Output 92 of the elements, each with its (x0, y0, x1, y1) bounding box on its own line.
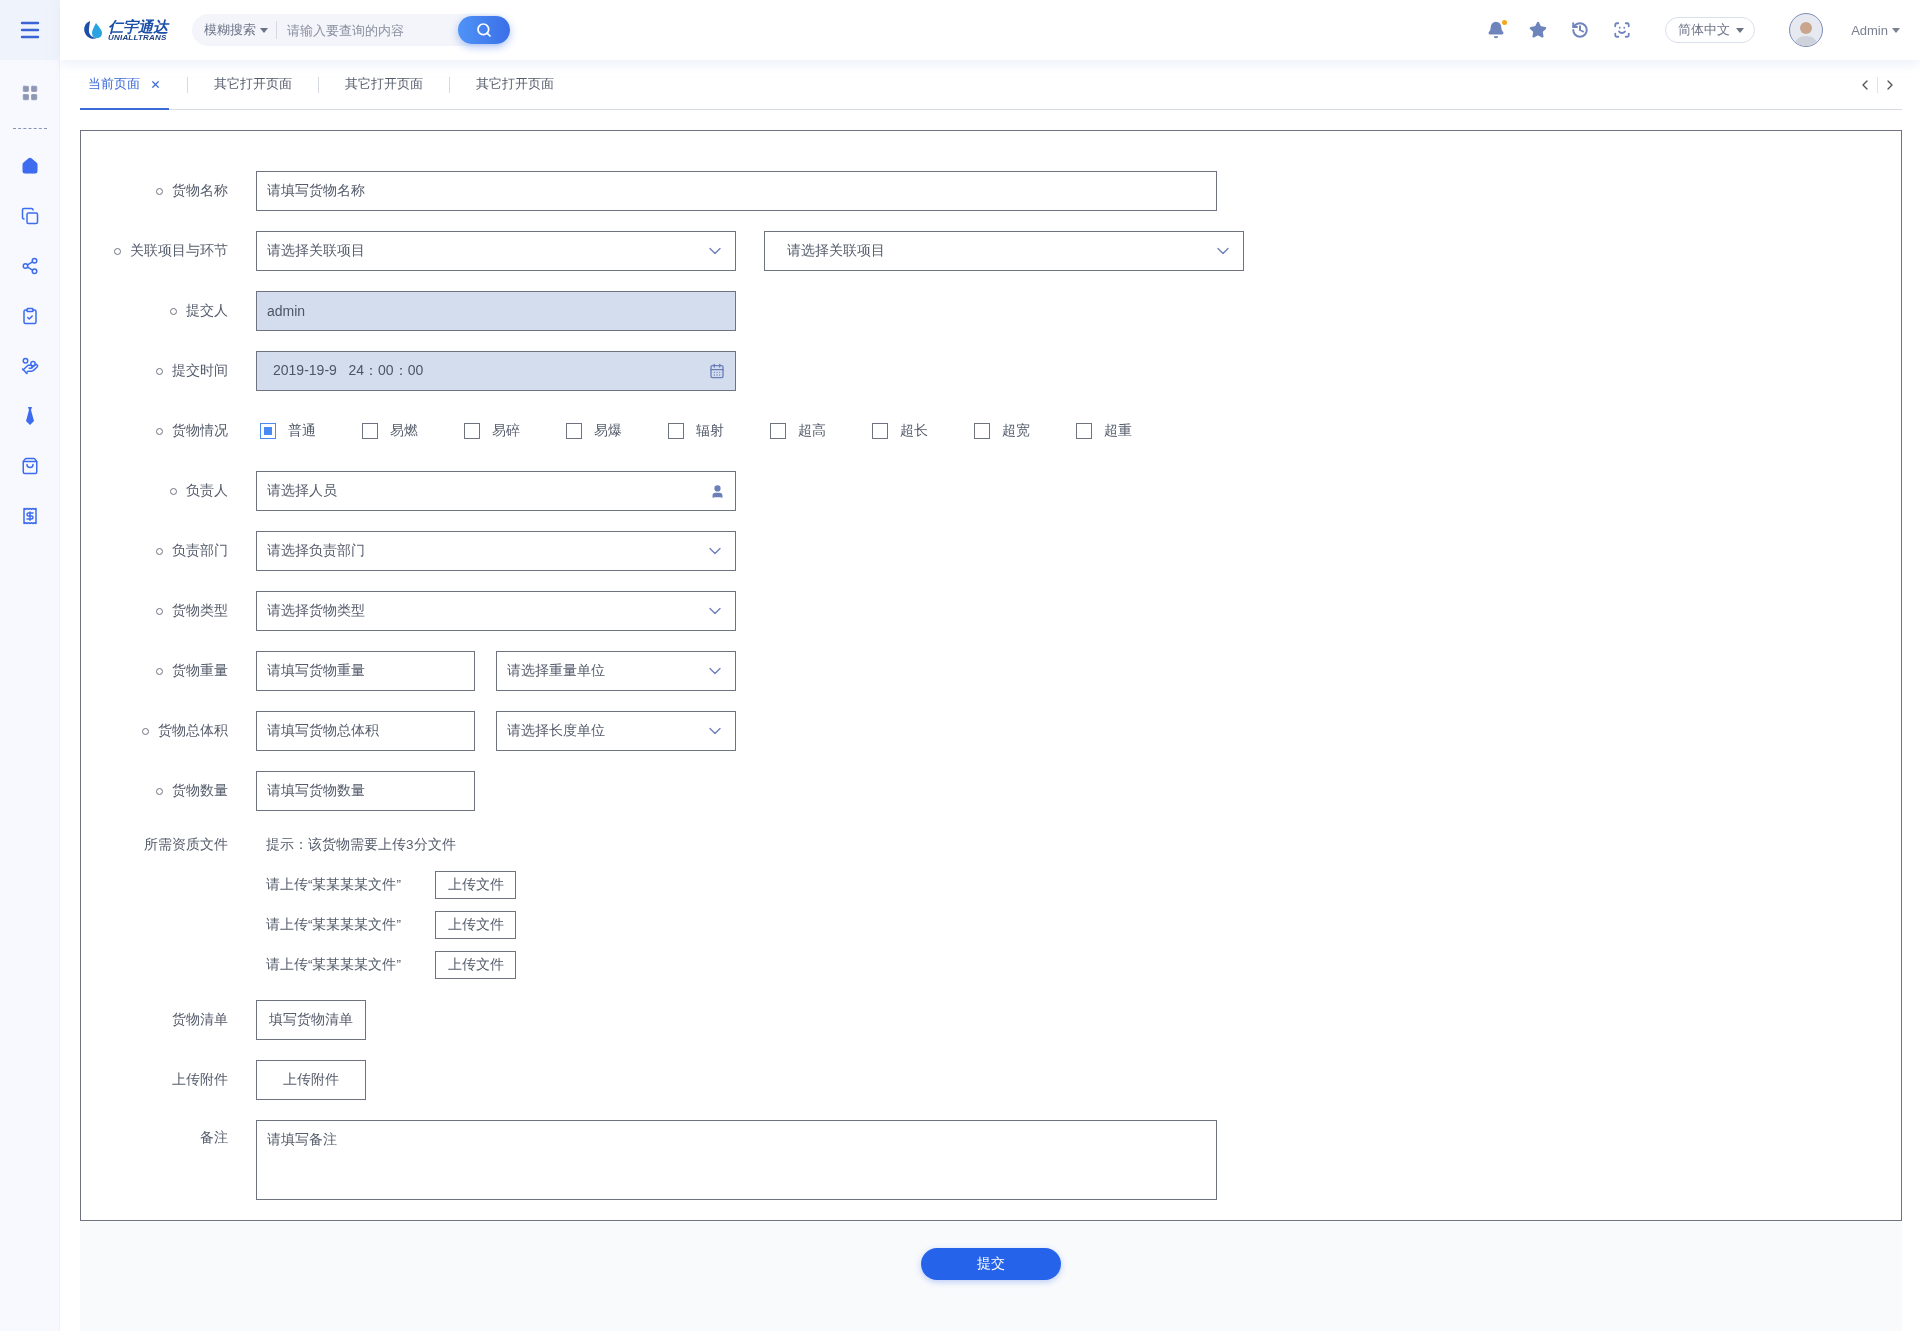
language-dropdown[interactable]: 简体中文 (1665, 17, 1756, 43)
caret-icon (1736, 27, 1745, 33)
person-icon (710, 483, 725, 499)
upload-file-button[interactable]: 上传文件 (435, 951, 516, 979)
clipboard-check-icon[interactable] (20, 307, 39, 325)
search-button[interactable] (458, 16, 510, 44)
text-input[interactable]: 请填写货物名称 (256, 171, 1217, 211)
caret-icon (1892, 27, 1900, 33)
field-label: 提交时间 (172, 362, 228, 380)
date-field[interactable]: 2019-19-9 24：00：00 (256, 351, 736, 391)
upload-hint: 提示：该货物需要上传3分文件 (266, 836, 457, 854)
field-label: 上传附件 (172, 1071, 228, 1090)
notes-textarea[interactable]: 请填写备注 (256, 1120, 1217, 1201)
text-input[interactable]: 请填写货物重量 (256, 651, 475, 691)
tie-button[interactable] (24, 407, 35, 425)
form-button[interactable]: 上传附件 (256, 1060, 366, 1101)
field-label: 货物清单 (172, 1011, 228, 1030)
checkbox-label: 易爆 (594, 422, 622, 440)
checkbox[interactable] (974, 423, 990, 439)
logo-name: 仁宇通达 (108, 18, 168, 34)
checkbox[interactable] (464, 423, 480, 439)
submit-button[interactable]: 提交 (921, 1248, 1061, 1280)
share-icon[interactable] (20, 257, 39, 275)
tie-icon (24, 407, 35, 425)
page-tab[interactable]: 其它打开页面 (468, 60, 562, 110)
page-tab[interactable]: 当前页面 (80, 60, 169, 110)
select-field[interactable]: 请选择重量单位 (496, 651, 736, 691)
search-mode-dropdown[interactable]: 模糊搜索 (204, 21, 277, 39)
select-field[interactable]: 请选择关联项目 (256, 231, 736, 271)
search-icon (476, 22, 492, 38)
person-picker-field[interactable]: 请选择人员 (256, 471, 736, 511)
field-label: 关联项目与环节 (130, 242, 228, 260)
field-label: 所需资质文件 (144, 836, 228, 854)
notifications-button[interactable] (1487, 21, 1506, 39)
file-requirement-label: 请上传“某某某某文件” (266, 876, 402, 894)
star-icon (1529, 21, 1548, 39)
checkbox[interactable] (362, 423, 378, 439)
file-requirement-label: 请上传“某某某某文件” (266, 956, 402, 974)
field-label: 货物情况 (172, 422, 228, 440)
checkbox-label: 易碎 (492, 422, 520, 440)
search-field[interactable]: 模糊搜索 请输入要查询的内容 (192, 14, 510, 46)
field-label: 货物总体积 (158, 722, 228, 740)
field-label: 提交人 (186, 302, 228, 320)
search-input[interactable]: 请输入要查询的内容 (277, 22, 458, 38)
hand-coins-icon[interactable] (20, 357, 39, 375)
documents-icon[interactable] (20, 207, 39, 225)
field-label: 货物类型 (172, 602, 228, 620)
checkbox-label: 超长 (900, 422, 928, 440)
field-label: 货物重量 (172, 662, 228, 680)
checkbox-label: 易燃 (390, 422, 418, 440)
checkbox[interactable] (872, 423, 888, 439)
upload-file-button[interactable]: 上传文件 (435, 911, 516, 939)
text-input[interactable]: 请填写货物总体积 (256, 711, 475, 751)
select-field[interactable]: 请选择货物类型 (256, 591, 736, 631)
favorites-button[interactable] (1529, 21, 1548, 39)
checkbox[interactable] (668, 423, 684, 439)
receipt-icon[interactable] (20, 507, 39, 525)
logo-icon (82, 19, 104, 41)
checkbox-label: 超高 (798, 422, 826, 440)
home-icon[interactable] (20, 157, 39, 175)
page-tab[interactable]: 其它打开页面 (337, 60, 431, 110)
calendar-icon (709, 363, 725, 379)
history-icon (1571, 21, 1590, 39)
select-field[interactable]: 请选择长度单位 (496, 711, 736, 751)
text-input[interactable]: 请填写货物数量 (256, 771, 475, 811)
select-field[interactable]: 请选择关联项目 (764, 231, 1244, 271)
checkbox-label: 普通 (288, 422, 316, 440)
field-label: 货物名称 (172, 182, 228, 200)
grid-icon[interactable] (20, 84, 39, 102)
history-button[interactable] (1571, 21, 1590, 39)
upload-file-button[interactable]: 上传文件 (435, 871, 516, 899)
form-button[interactable]: 填写货物清单 (256, 1000, 366, 1041)
checkbox-label: 超宽 (1002, 422, 1030, 440)
readonly-field: admin (256, 291, 736, 331)
user-menu[interactable]: Admin (1845, 21, 1906, 39)
user-avatar[interactable] (1789, 13, 1824, 47)
checkbox[interactable] (1076, 423, 1092, 439)
checkbox[interactable] (770, 423, 786, 439)
field-label: 备注 (200, 1129, 228, 1148)
checkbox-label: 超重 (1104, 422, 1132, 440)
bell-icon (1487, 21, 1506, 39)
field-label: 货物数量 (172, 782, 228, 800)
file-requirement-label: 请上传“某某某某文件” (266, 916, 402, 934)
field-label: 负责人 (186, 482, 228, 500)
checkbox[interactable] (566, 423, 582, 439)
checkbox[interactable] (260, 423, 276, 439)
select-field[interactable]: 请选择负责部门 (256, 531, 736, 571)
page-tab[interactable]: 其它打开页面 (206, 60, 300, 110)
caret-icon (260, 27, 268, 33)
close-icon[interactable] (150, 78, 161, 90)
field-label: 负责部门 (172, 542, 228, 560)
checkbox-label: 辐射 (696, 422, 724, 440)
